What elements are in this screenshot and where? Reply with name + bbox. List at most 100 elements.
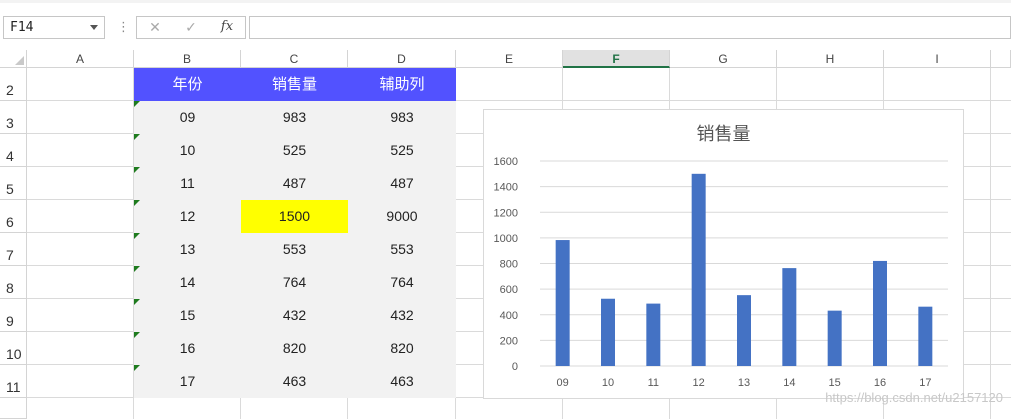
table-cell[interactable]: 9000 xyxy=(348,200,456,233)
bar-12[interactable] xyxy=(691,173,706,366)
table-cell[interactable]: 553 xyxy=(241,233,348,266)
y-tick-label: 200 xyxy=(500,335,518,347)
row-number: 6 xyxy=(6,214,14,230)
bar-16[interactable] xyxy=(873,260,887,366)
enter-icon[interactable]: ✓ xyxy=(179,19,203,37)
column-header-a[interactable]: A xyxy=(27,50,134,68)
table-cell[interactable]: 487 xyxy=(348,167,456,200)
x-tick-label: 11 xyxy=(648,377,659,389)
y-tick-label: 1200 xyxy=(494,207,518,219)
x-tick-label: 09 xyxy=(557,377,569,389)
y-tick-label: 400 xyxy=(500,310,518,322)
bar-15[interactable] xyxy=(827,310,842,366)
bar-13[interactable] xyxy=(737,295,751,366)
bar-14[interactable] xyxy=(782,268,797,366)
column-header-e[interactable]: E xyxy=(456,50,563,68)
row-header-next[interactable] xyxy=(0,398,27,419)
name-box[interactable]: F14 xyxy=(3,16,105,39)
x-tick-label: 17 xyxy=(919,377,931,389)
text-number-indicator-icon xyxy=(134,299,140,305)
text-number-indicator-icon xyxy=(134,332,140,338)
spreadsheet-window: F14 ⋮ ✕ ✓ fx A B C D E F G H I 2 3 4 5 6 7 8 9 10 11 年份 销售量… xyxy=(0,0,1011,419)
y-tick-label: 1400 xyxy=(494,182,518,194)
bar-chart[interactable]: 销售量 0 200 400 600 800 1000 1200 1400 1600 09 10 11 1… xyxy=(483,109,964,399)
column-header-c[interactable]: C xyxy=(241,50,348,68)
y-tick-label: 1000 xyxy=(494,233,518,245)
row-number: 10 xyxy=(6,346,22,362)
text-number-indicator-icon xyxy=(134,365,140,371)
formula-input[interactable] xyxy=(249,16,1011,39)
table-cell[interactable]: 487 xyxy=(241,167,348,200)
table-cell[interactable]: 820 xyxy=(241,332,348,365)
more-options-icon[interactable]: ⋮ xyxy=(117,19,130,35)
text-number-indicator-icon xyxy=(134,266,140,272)
table-cell[interactable]: 15 xyxy=(134,299,241,332)
table-cell[interactable]: 12 xyxy=(134,200,241,233)
table-cell[interactable]: 525 xyxy=(241,134,348,167)
column-header-f[interactable]: F xyxy=(563,50,670,68)
bar-09[interactable] xyxy=(555,240,570,366)
table-cell[interactable]: 820 xyxy=(348,332,456,365)
row-header-8[interactable]: 8 xyxy=(0,266,27,299)
table-cell[interactable]: 463 xyxy=(241,365,348,398)
row-number: 3 xyxy=(6,115,14,131)
row-header-9[interactable]: 9 xyxy=(0,299,27,332)
table-cell[interactable]: 432 xyxy=(241,299,348,332)
table-cell[interactable]: 432 xyxy=(348,299,456,332)
table-cell[interactable]: 764 xyxy=(241,266,348,299)
table-cell[interactable]: 525 xyxy=(348,134,456,167)
bar-11[interactable] xyxy=(646,303,661,366)
chevron-down-icon[interactable] xyxy=(90,25,98,30)
table-cell[interactable]: 10 xyxy=(134,134,241,167)
table-cell[interactable]: 17 xyxy=(134,365,241,398)
column-header-d[interactable]: D xyxy=(348,50,456,68)
formula-bar: F14 ⋮ ✕ ✓ fx xyxy=(0,0,1011,44)
chart-plot: 0 200 400 600 800 1000 1200 1400 1600 09 10 11 12 13 1… xyxy=(494,156,948,389)
row-header-7[interactable]: 7 xyxy=(0,233,27,266)
row-header-4[interactable]: 4 xyxy=(0,134,27,167)
text-number-indicator-icon xyxy=(134,101,140,107)
table-cell[interactable]: 09 xyxy=(134,101,241,134)
table-cell[interactable]: 983 xyxy=(348,101,456,134)
text-number-indicator-icon xyxy=(134,134,140,140)
row-header-11[interactable]: 11 xyxy=(0,365,27,398)
table-header-cell[interactable]: 辅助列 xyxy=(348,68,456,101)
select-all-corner[interactable] xyxy=(0,50,27,68)
column-header-i[interactable]: I xyxy=(884,50,991,68)
row-number: 7 xyxy=(6,247,14,263)
table-header-cell[interactable]: 年份 xyxy=(134,68,241,101)
table-cell[interactable]: 553 xyxy=(348,233,456,266)
column-header-b[interactable]: B xyxy=(134,50,241,68)
table-cell[interactable]: 1500 xyxy=(241,200,348,233)
table-cell[interactable]: 11 xyxy=(134,167,241,200)
column-header-g[interactable]: G xyxy=(670,50,777,68)
row-number: 9 xyxy=(6,313,14,329)
table-header-cell[interactable]: 销售量 xyxy=(241,68,348,101)
column-header-next[interactable] xyxy=(991,50,1011,68)
table-cell[interactable]: 13 xyxy=(134,233,241,266)
row-number: 11 xyxy=(6,379,21,395)
table-cell[interactable]: 16 xyxy=(134,332,241,365)
table-cell[interactable]: 14 xyxy=(134,266,241,299)
row-header-3[interactable]: 3 xyxy=(0,101,27,134)
table-cell[interactable]: 463 xyxy=(348,365,456,398)
watermark: https://blog.csdn.net/u2157120 xyxy=(825,390,1003,405)
text-number-indicator-icon xyxy=(134,167,140,173)
row-header-10[interactable]: 10 xyxy=(0,332,27,365)
row-header-5[interactable]: 5 xyxy=(0,167,27,200)
text-number-indicator-icon xyxy=(134,200,140,206)
bar-10[interactable] xyxy=(601,298,615,366)
column-header-h[interactable]: H xyxy=(777,50,884,68)
table-cell[interactable]: 983 xyxy=(241,101,348,134)
row-number: 8 xyxy=(6,280,14,296)
row-header-2[interactable]: 2 xyxy=(0,68,27,101)
table-cell[interactable]: 764 xyxy=(348,266,456,299)
y-tick-label: 600 xyxy=(500,284,518,296)
y-tick-label: 800 xyxy=(500,259,518,271)
ribbon-edge xyxy=(0,0,1011,3)
formula-buttons: ✕ ✓ fx xyxy=(136,16,246,39)
bar-17[interactable] xyxy=(918,306,933,366)
row-header-6[interactable]: 6 xyxy=(0,200,27,233)
insert-function-button[interactable]: fx xyxy=(215,19,239,37)
cancel-icon[interactable]: ✕ xyxy=(143,19,167,37)
